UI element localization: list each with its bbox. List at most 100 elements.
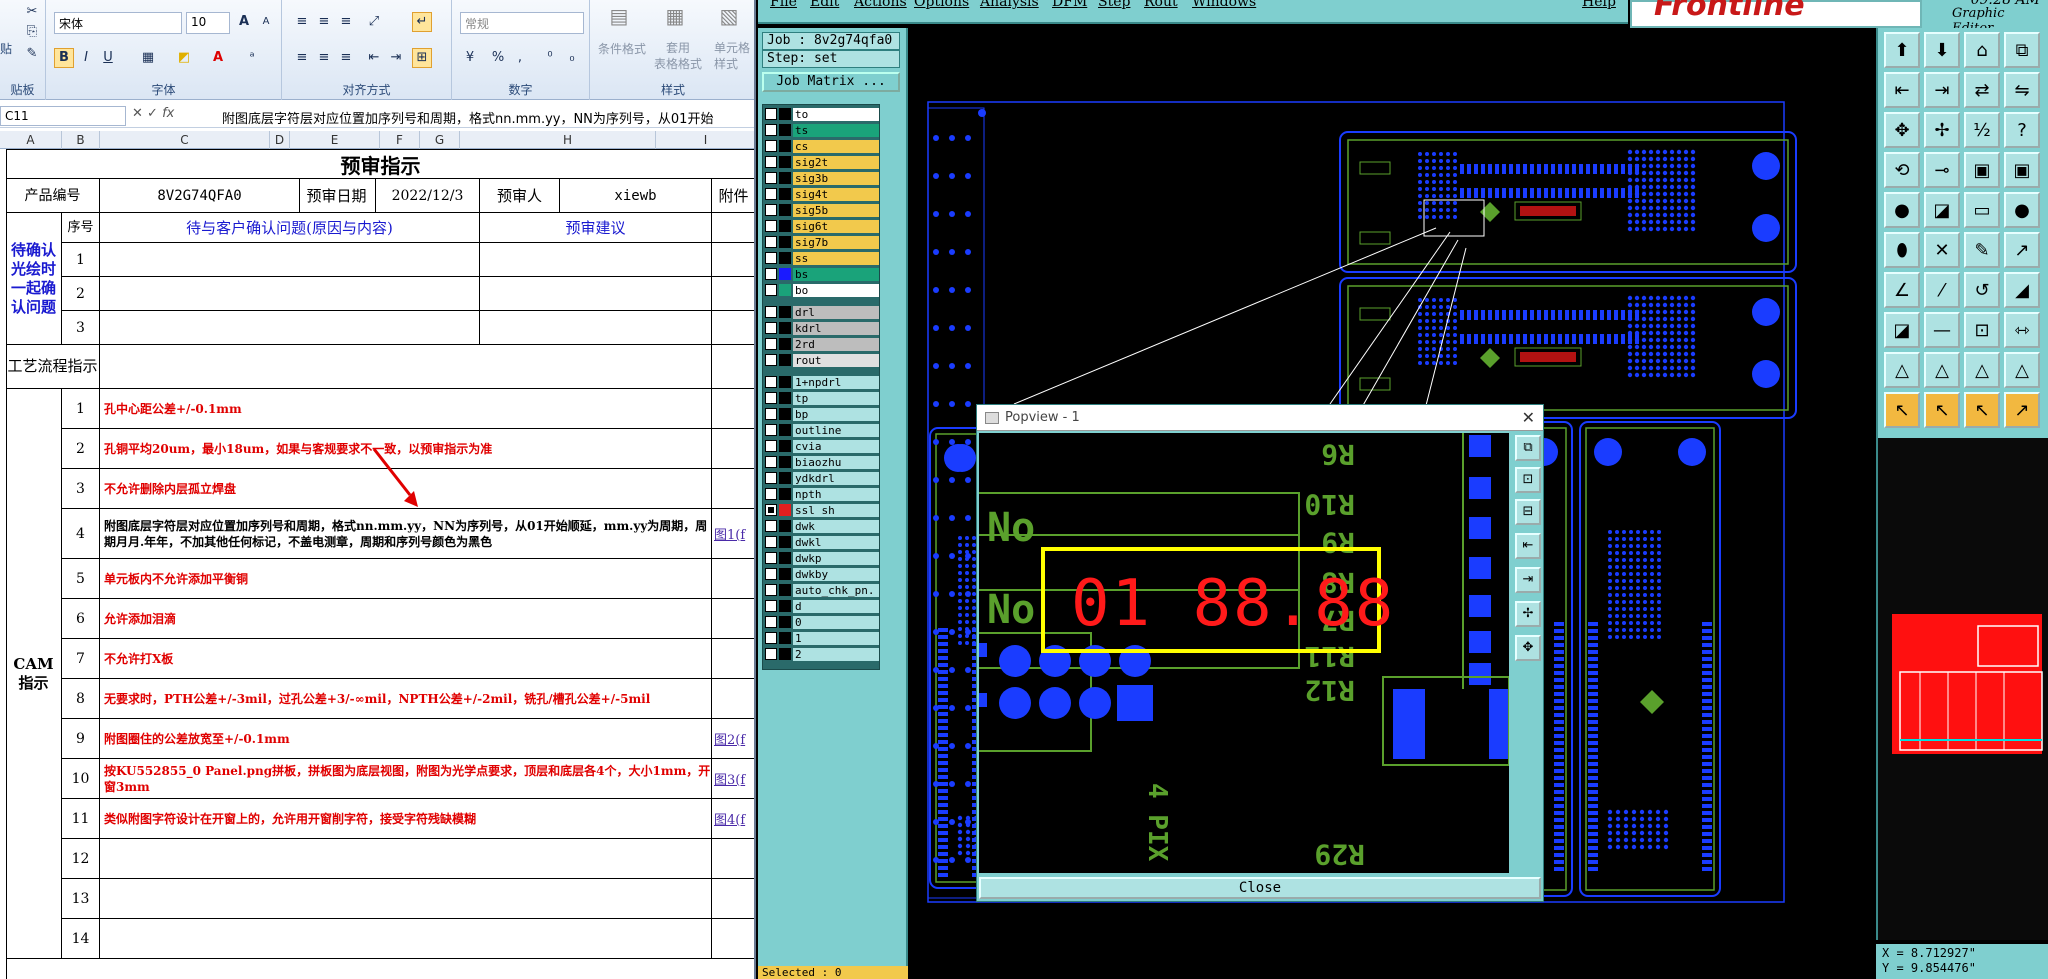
tool-10-icon[interactable]: ✢ [1924,112,1960,148]
attachment-header-cell[interactable] [712,213,754,243]
review-date-value[interactable]: 2022/12/3 [376,179,480,213]
tool-8-icon[interactable]: ⇋ [2004,72,2040,108]
layer-checkbox[interactable] [765,322,777,334]
cam-instruction[interactable]: 允许添加泪滴 [100,599,712,639]
cam-instruction[interactable] [100,919,712,959]
layer-checkbox[interactable] [765,306,777,318]
align-center-icon[interactable]: ≡ [314,48,334,68]
border-icon[interactable]: ▦ [138,48,158,68]
layer-name[interactable]: 2rd [793,337,879,351]
layer-name[interactable]: rout [793,353,879,367]
confirm-row-number[interactable]: 3 [62,311,100,345]
tool-37-icon[interactable]: ↖ [1884,392,1920,428]
fx-icon[interactable]: fx [162,106,174,121]
tool-1-icon[interactable]: ⬆ [1884,32,1920,68]
confirm-attachment-cell[interactable] [712,277,754,311]
process-cell[interactable] [100,345,712,389]
reviewer-value[interactable]: xiewb [560,179,712,213]
tool-39-icon[interactable]: ↖ [1964,392,2000,428]
tool-16-icon[interactable]: ▣ [2004,152,2040,188]
layer-name[interactable]: 0 [793,615,879,629]
popview-tool-2-icon[interactable]: ⊡ [1515,467,1541,493]
product-label[interactable]: 产品编号 [6,179,100,213]
confirm-issue-cell[interactable] [100,277,480,311]
layer-name[interactable]: 1 [793,631,879,645]
tool-40-icon[interactable]: ↗ [2004,392,2040,428]
cut-icon[interactable]: ✂ [22,2,42,22]
tool-21-icon[interactable]: ⬮ [1884,232,1920,268]
tool-22-icon[interactable]: ✕ [1924,232,1960,268]
reviewer-label[interactable]: 预审人 [480,179,560,213]
layer-checkbox[interactable] [765,616,777,628]
review-date-label[interactable]: 预审日期 [298,179,376,213]
suggestion-header[interactable]: 预审建议 [480,213,712,243]
layer-checkbox[interactable] [765,156,777,168]
tool-18-icon[interactable]: ◪ [1924,192,1960,228]
layer-row-bp[interactable]: bp [765,407,879,421]
layer-row-1npdrl[interactable]: 1+npdrl [765,375,879,389]
increase-decimal-icon[interactable]: ⁰ [540,48,560,68]
layer-checkbox[interactable] [765,424,777,436]
tool-38-icon[interactable]: ↖ [1924,392,1960,428]
column-header-a[interactable]: A [0,131,62,149]
layer-checkbox[interactable] [765,236,777,248]
cam-row-number[interactable]: 3 [62,469,100,509]
layer-name[interactable]: sig2t [793,155,879,169]
format-as-table-icon[interactable]: ▦ [660,6,690,34]
menu-rout[interactable]: Rout [1144,0,1178,10]
tool-4-icon[interactable]: ⧉ [2004,32,2040,68]
layer-checkbox[interactable] [765,172,777,184]
conditional-format-label[interactable]: 条件格式 [598,40,646,57]
confirm-suggestion-cell[interactable] [480,311,712,345]
cam-row-number[interactable]: 2 [62,429,100,469]
tool-5-icon[interactable]: ⇤ [1884,72,1920,108]
layer-row-1[interactable]: 1 [765,631,879,645]
layer-name[interactable]: auto_chk_pn. [793,583,879,597]
layer-checkbox[interactable] [765,440,777,452]
column-header-e[interactable]: E [290,131,380,149]
font-name-select[interactable]: 宋体 [54,12,182,34]
confirm-section-label[interactable]: 待确认光绘时一起确认问题 [6,213,62,345]
tool-29-icon[interactable]: ◪ [1884,312,1920,348]
layer-checkbox[interactable] [765,354,777,366]
issue-header[interactable]: 待与客户确认问题(原因与内容) [100,213,480,243]
tool-7-icon[interactable]: ⇄ [1964,72,2000,108]
layer-checkbox[interactable] [765,520,777,532]
layer-row-cvia[interactable]: cvia [765,439,879,453]
cancel-icon[interactable]: ✕ [132,106,143,121]
cam-row-number[interactable]: 14 [62,919,100,959]
layer-row-cs[interactable]: cs [765,139,879,153]
layer-name[interactable]: biaozhu [793,455,879,469]
layer-checkbox[interactable] [765,204,777,216]
tool-15-icon[interactable]: ▣ [1964,152,2000,188]
cell-styles-label[interactable]: 单元格 样式 [714,40,750,72]
layer-name[interactable]: ts [793,123,879,137]
cam-attachment-link[interactable]: 图3(f [712,759,754,799]
layer-name[interactable]: cs [793,139,879,153]
cam-row-number[interactable]: 8 [62,679,100,719]
layer-checkbox[interactable] [765,392,777,404]
merge-center-icon[interactable]: ⊞ [412,48,432,68]
layer-row-bo[interactable]: bo [765,283,879,297]
tool-17-icon[interactable]: ● [1884,192,1920,228]
format-as-table-label[interactable]: 套用 表格格式 [654,40,702,72]
menu-file[interactable]: File [770,0,797,10]
currency-icon[interactable]: ¥ [460,48,480,68]
enter-icon[interactable]: ✓ [147,106,158,121]
tool-35-icon[interactable]: △ [1964,352,2000,388]
menu-step[interactable]: Step [1098,0,1130,10]
cam-row-number[interactable]: 10 [62,759,100,799]
layer-checkbox[interactable] [765,536,777,548]
column-header-g[interactable]: G [420,131,460,149]
layer-row-kdrl[interactable]: kdrl [765,321,879,335]
cam-instruction[interactable]: 类似附图字符设计在开窗上的，允许用开窗削字符，接受字符残缺模糊 [100,799,712,839]
popview-canvas[interactable]: No No R6 R10 R9 R8 R7 R11 R12 R29 4 PIX [979,433,1509,873]
cam-attachment-link[interactable]: 图1(f [712,509,754,559]
layer-name[interactable]: ssl sh [793,503,879,517]
cam-instruction[interactable] [100,879,712,919]
cam-instruction[interactable]: 附图圈住的公差放宽至+/-0.1mm [100,719,712,759]
sheet-title[interactable]: 预审指示 [6,149,754,179]
layer-name[interactable]: sig6t [793,219,879,233]
confirm-suggestion-cell[interactable] [480,243,712,277]
menu-help[interactable]: Help [1582,0,1616,10]
